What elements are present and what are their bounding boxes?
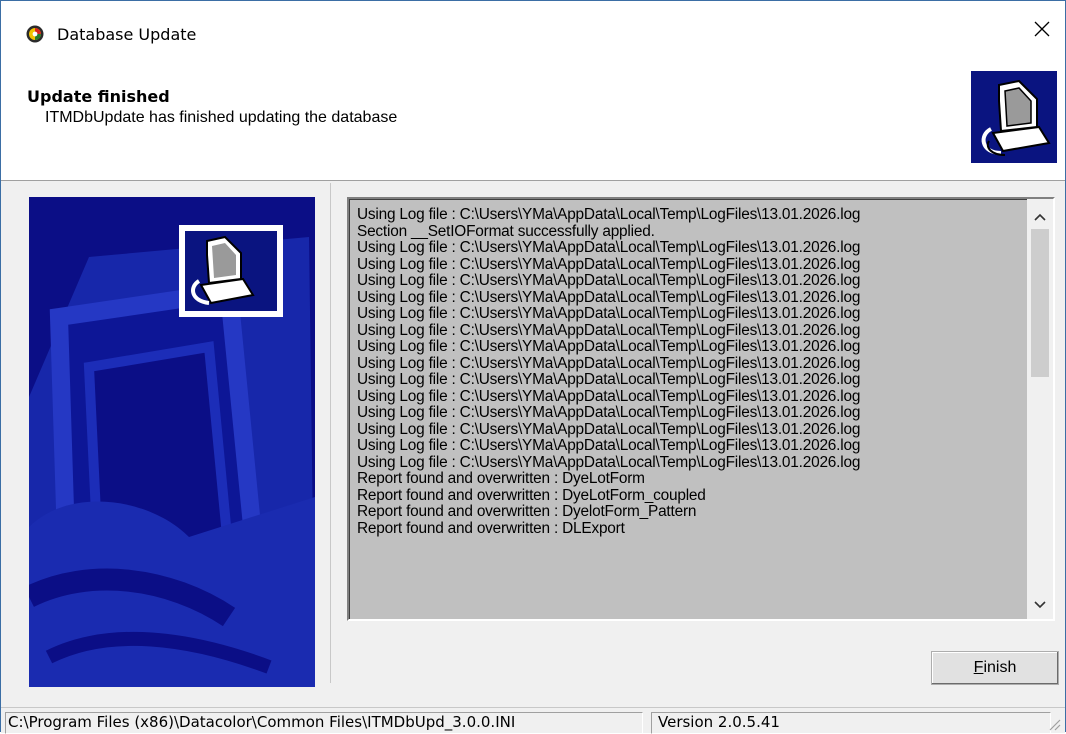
close-button[interactable] xyxy=(1019,11,1065,47)
log-line: Using Log file : C:\Users\YMa\AppData\Lo… xyxy=(357,420,861,438)
log-line: Report found and overwritten : DyeLotFor… xyxy=(357,486,706,504)
header-title: Update finished xyxy=(27,87,170,106)
log-line: Using Log file : C:\Users\YMa\AppData\Lo… xyxy=(357,387,861,405)
chevron-up-icon xyxy=(1034,213,1046,221)
close-icon xyxy=(1034,21,1050,37)
scroll-thumb[interactable] xyxy=(1031,229,1049,377)
log-line: Report found and overwritten : DyelotFor… xyxy=(357,503,697,520)
log-line: Using Log file : C:\Users\YMa\AppData\Lo… xyxy=(357,272,861,289)
log-line: Using Log file : C:\Users\YMa\AppData\Lo… xyxy=(357,305,861,322)
log-line: Using Log file : C:\Users\YMa\AppData\Lo… xyxy=(357,453,861,471)
log-line: Using Log file : C:\Users\YMa\AppData\Lo… xyxy=(357,354,861,372)
resize-grip-icon[interactable] xyxy=(1047,717,1061,731)
finish-accelerator: F xyxy=(973,659,984,676)
datacolor-app-icon xyxy=(26,25,44,43)
wizard-side-artwork xyxy=(29,197,315,687)
scroll-down-button[interactable] xyxy=(1027,593,1053,617)
log-line: Using Log file : C:\Users\YMa\AppData\Lo… xyxy=(357,321,861,339)
log-line: Using Log file : C:\Users\YMa\AppData\Lo… xyxy=(357,404,861,421)
header-panel: Update finished ITMDbUpdate has finished… xyxy=(1,45,1065,181)
log-line: Using Log file : C:\Users\YMa\AppData\Lo… xyxy=(357,338,861,355)
database-update-dialog: Database Update Update finished ITMDbUpd… xyxy=(0,0,1066,734)
log-line: Using Log file : C:\Users\YMa\AppData\Lo… xyxy=(357,239,861,256)
log-lines: Using Log file : C:\Users\YMa\AppData\Lo… xyxy=(357,206,861,537)
log-line: Report found and overwritten : DyeLotFor… xyxy=(357,470,645,487)
chevron-down-icon xyxy=(1034,601,1046,609)
status-ini-path: C:\Program Files (x86)\Datacolor\Common … xyxy=(5,712,643,734)
computer-database-icon xyxy=(971,71,1057,163)
finish-label: inish xyxy=(983,659,1017,676)
scroll-up-button[interactable] xyxy=(1027,205,1053,229)
log-line: Using Log file : C:\Users\YMa\AppData\Lo… xyxy=(357,437,861,454)
log-line: Using Log file : C:\Users\YMa\AppData\Lo… xyxy=(357,371,861,388)
header-subtitle: ITMDbUpdate has finished updating the da… xyxy=(45,109,398,126)
status-bar: C:\Program Files (x86)\Datacolor\Common … xyxy=(1,707,1065,734)
log-scrollbar[interactable] xyxy=(1027,199,1053,619)
log-line: Section __SetIOFormat successfully appli… xyxy=(357,222,655,240)
log-output-textbox[interactable]: Using Log file : C:\Users\YMa\AppData\Lo… xyxy=(347,197,1055,621)
log-line: Using Log file : C:\Users\YMa\AppData\Lo… xyxy=(357,288,861,306)
title-bar[interactable]: Database Update xyxy=(1,1,1065,45)
log-line: Using Log file : C:\Users\YMa\AppData\Lo… xyxy=(357,206,861,223)
finish-button[interactable]: Finish xyxy=(931,651,1059,685)
status-version: Version 2.0.5.41 xyxy=(651,712,1051,734)
window-title: Database Update xyxy=(57,25,197,44)
log-line: Report found and overwritten : DLExport xyxy=(357,519,625,537)
log-line: Using Log file : C:\Users\YMa\AppData\Lo… xyxy=(357,255,861,273)
